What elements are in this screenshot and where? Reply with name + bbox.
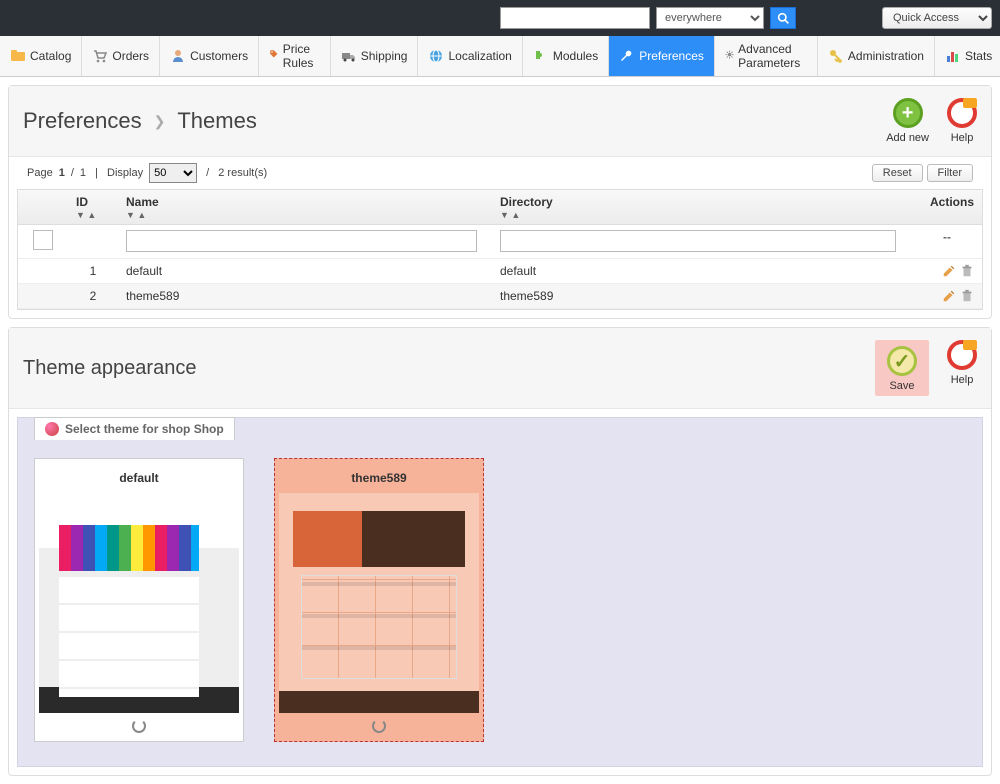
folder-icon bbox=[10, 48, 26, 64]
topbar: everywhere Quick Access bbox=[0, 0, 1000, 36]
search-icon bbox=[777, 12, 790, 25]
sort-arrows-icon: ▼ ▲ bbox=[500, 211, 904, 219]
loading-spinner-icon bbox=[372, 719, 386, 733]
row-name: default bbox=[118, 259, 492, 283]
grid-filter-row: -- bbox=[18, 225, 982, 259]
table-row[interactable]: 2theme589theme589 bbox=[18, 284, 982, 309]
sort-arrows-icon: ▼ ▲ bbox=[76, 211, 110, 219]
nav-modules[interactable]: Modules bbox=[523, 36, 609, 76]
gear-icon bbox=[725, 48, 734, 64]
cart-icon bbox=[92, 48, 108, 64]
nav-stats[interactable]: Stats bbox=[935, 36, 1000, 76]
help-button[interactable]: Help bbox=[947, 98, 977, 144]
appearance-head: Theme appearance ✓ Save Help bbox=[9, 328, 991, 409]
pager: Page 1 / 1 | Display 50 / 2 result(s) Re… bbox=[17, 157, 983, 189]
table-row[interactable]: 1defaultdefault bbox=[18, 259, 982, 284]
pager-display-label: Display bbox=[107, 167, 143, 179]
grid-header: ID▼ ▲ Name▼ ▲ Directory▼ ▲ Actions bbox=[18, 190, 982, 225]
row-id: 1 bbox=[68, 259, 118, 283]
trash-icon[interactable] bbox=[960, 264, 974, 278]
tag-icon bbox=[269, 48, 279, 64]
breadcrumb-head: Preferences ❯ Themes + Add new Help bbox=[9, 86, 991, 157]
theme-grid: ID▼ ▲ Name▼ ▲ Directory▼ ▲ Actions -- 1d… bbox=[17, 189, 983, 310]
main-nav: Catalog Orders Customers Price Rules Shi… bbox=[0, 36, 1000, 77]
row-name: theme589 bbox=[118, 284, 492, 308]
breadcrumb-panel: Preferences ❯ Themes + Add new Help Page… bbox=[8, 85, 992, 319]
check-icon: ✓ bbox=[887, 346, 917, 376]
nav-catalog[interactable]: Catalog bbox=[0, 36, 82, 76]
chevron-right-icon: ❯ bbox=[154, 113, 166, 130]
truck-icon bbox=[341, 48, 357, 64]
breadcrumb-title: Preferences ❯ Themes bbox=[23, 108, 257, 134]
filter-directory-input[interactable] bbox=[500, 230, 896, 252]
lifebuoy-icon bbox=[947, 340, 977, 370]
theme-card-title: default bbox=[39, 463, 239, 493]
puzzle-icon bbox=[533, 48, 549, 64]
add-new-button[interactable]: + Add new bbox=[886, 98, 929, 144]
filter-button[interactable]: Filter bbox=[927, 164, 973, 182]
pager-per-page-select[interactable]: 50 bbox=[149, 163, 197, 183]
sort-arrows-icon: ▼ ▲ bbox=[126, 211, 484, 219]
nav-price-rules[interactable]: Price Rules bbox=[259, 36, 331, 76]
row-id: 2 bbox=[68, 284, 118, 308]
theme-appearance-panel: Theme appearance ✓ Save Help Select them… bbox=[8, 327, 992, 776]
pager-page-current: 1 bbox=[59, 167, 65, 179]
appearance-title: Theme appearance bbox=[23, 357, 196, 380]
nav-administration[interactable]: Administration bbox=[818, 36, 935, 76]
theme-card-default[interactable]: default bbox=[34, 458, 244, 742]
col-header-directory[interactable]: Directory▼ ▲ bbox=[492, 190, 912, 224]
col-header-name[interactable]: Name▼ ▲ bbox=[118, 190, 492, 224]
pager-results: 2 result(s) bbox=[218, 167, 267, 179]
search-input[interactable] bbox=[500, 7, 650, 29]
row-directory: theme589 bbox=[492, 284, 912, 308]
theme-thumbnail bbox=[279, 493, 479, 713]
wrench-icon bbox=[619, 48, 635, 64]
help-button[interactable]: Help bbox=[947, 340, 977, 396]
theme-card-theme589[interactable]: theme589 bbox=[274, 458, 484, 742]
trash-icon[interactable] bbox=[960, 289, 974, 303]
theme-select-area: Select theme for shop Shop default theme5… bbox=[17, 417, 983, 767]
head-actions: + Add new Help bbox=[886, 98, 977, 144]
col-header-actions: Actions bbox=[912, 190, 982, 224]
nav-orders[interactable]: Orders bbox=[82, 36, 160, 76]
breadcrumb-page: Themes bbox=[177, 108, 256, 134]
appearance-actions: ✓ Save Help bbox=[875, 340, 977, 396]
plus-icon: + bbox=[893, 98, 923, 128]
nav-shipping[interactable]: Shipping bbox=[331, 36, 419, 76]
lifebuoy-icon bbox=[947, 98, 977, 128]
pager-page-total: 1 bbox=[80, 167, 86, 179]
person-icon bbox=[170, 48, 186, 64]
theme-card-title: theme589 bbox=[279, 463, 479, 493]
col-header-id[interactable]: ID▼ ▲ bbox=[68, 190, 118, 224]
pager-page-label: Page bbox=[27, 167, 53, 179]
nav-localization[interactable]: Localization bbox=[418, 36, 522, 76]
row-directory: default bbox=[492, 259, 912, 283]
quick-access-select[interactable]: Quick Access bbox=[882, 7, 992, 29]
select-theme-legend: Select theme for shop Shop bbox=[34, 417, 235, 440]
search-button[interactable] bbox=[770, 7, 796, 29]
nav-preferences[interactable]: Preferences bbox=[609, 36, 715, 76]
loading-spinner-icon bbox=[132, 719, 146, 733]
nav-advanced-parameters[interactable]: Advanced Parameters bbox=[715, 36, 818, 76]
edit-icon[interactable] bbox=[942, 289, 956, 303]
filter-actions-cell: -- bbox=[912, 225, 982, 258]
select-all-checkbox[interactable] bbox=[18, 225, 68, 258]
search-scope-select[interactable]: everywhere bbox=[656, 7, 764, 29]
reset-button[interactable]: Reset bbox=[872, 164, 923, 182]
save-button[interactable]: ✓ Save bbox=[875, 340, 929, 396]
globe-icon bbox=[428, 48, 444, 64]
filter-name-input[interactable] bbox=[126, 230, 477, 252]
theme-thumbnail bbox=[39, 493, 239, 713]
bars-icon bbox=[945, 48, 961, 64]
palette-icon bbox=[45, 422, 59, 436]
key-icon bbox=[828, 48, 844, 64]
edit-icon[interactable] bbox=[942, 264, 956, 278]
nav-customers[interactable]: Customers bbox=[160, 36, 259, 76]
breadcrumb-section: Preferences bbox=[23, 108, 142, 134]
